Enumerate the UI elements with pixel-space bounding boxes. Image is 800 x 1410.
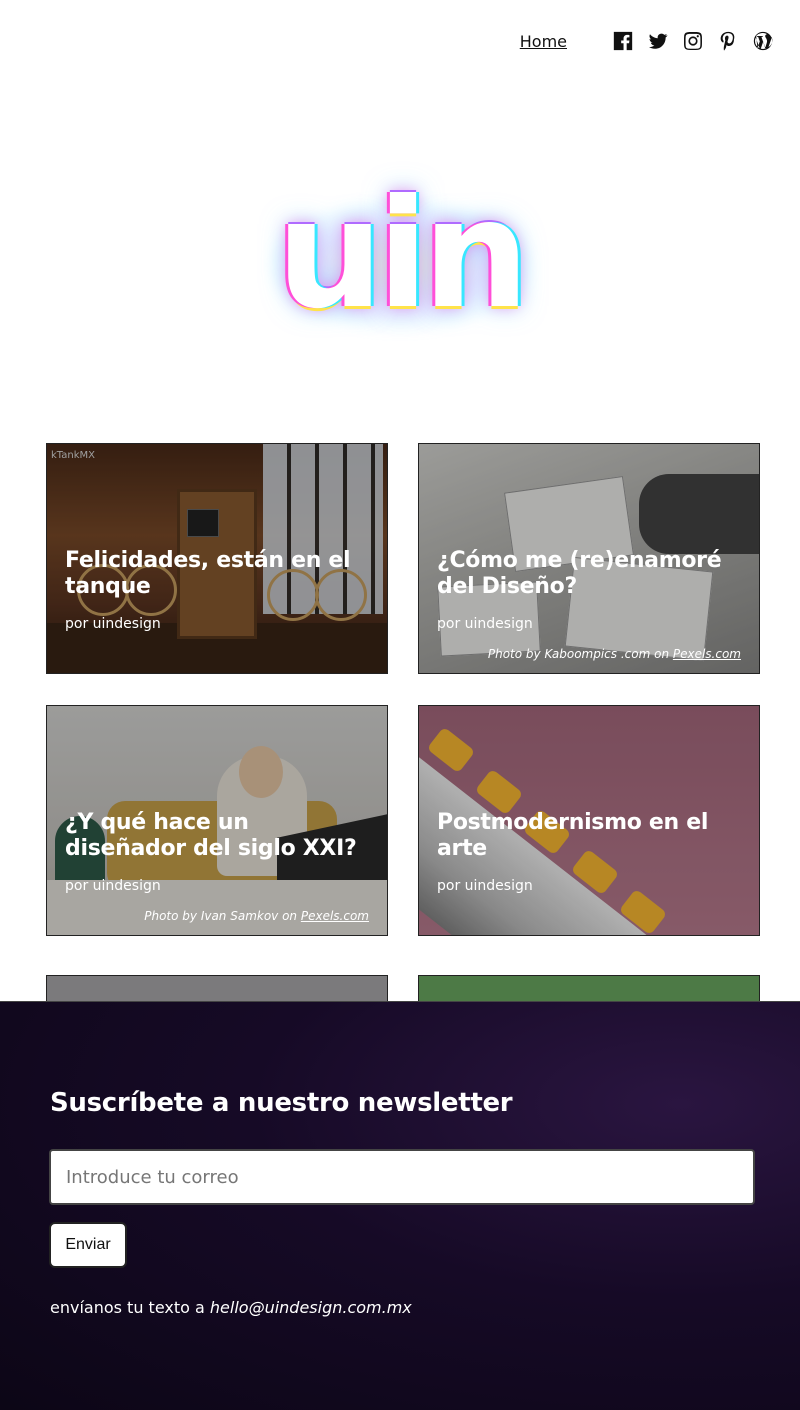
post-card[interactable]: kTankMX Felicidades, están en el tanque … (46, 443, 388, 674)
post-title[interactable]: ¿Cómo me (re)enamoré del Diseño? (437, 548, 741, 600)
photo-credit: Photo by Ivan Samkov on Pexels.com (144, 909, 369, 923)
twitter-icon[interactable] (647, 30, 669, 52)
contact-text: envíanos tu texto a hello@uindesign.com.… (50, 1298, 412, 1317)
send-button[interactable]: Enviar (49, 1222, 127, 1268)
post-card[interactable]: Postmodernismo en el arte por uindesign (418, 705, 760, 936)
credit-link[interactable]: Pexels.com (673, 647, 741, 661)
facebook-icon[interactable] (612, 30, 634, 52)
wordpress-icon[interactable] (752, 30, 774, 52)
post-author: por uindesign (65, 878, 161, 894)
social-links (599, 30, 774, 52)
logo-text: uin (276, 168, 530, 342)
contact-email[interactable]: hello@uindesign.com.mx (210, 1298, 412, 1317)
post-title[interactable]: Felicidades, están en el tanque (65, 548, 369, 600)
email-field[interactable] (49, 1149, 755, 1205)
instagram-icon[interactable] (682, 30, 704, 52)
credit-link[interactable]: Pexels.com (301, 909, 369, 923)
post-card[interactable]: ¿Y qué hace un diseñador del siglo XXI? … (46, 705, 388, 936)
site-logo[interactable]: uin (250, 160, 550, 350)
post-author: por uindesign (437, 616, 533, 632)
top-navigation: Home (520, 30, 774, 52)
post-title[interactable]: Postmodernismo en el arte (437, 810, 741, 862)
newsletter-heading: Suscríbete a nuestro newsletter (50, 1088, 513, 1118)
newsletter-footer: Suscríbete a nuestro newsletter Enviar e… (0, 1001, 800, 1410)
photo-credit: Photo by Kaboompics .com on Pexels.com (487, 647, 741, 661)
post-card[interactable]: ¿Cómo me (re)enamoré del Diseño? por uin… (418, 443, 760, 674)
pinterest-icon[interactable] (717, 30, 739, 52)
post-author: por uindesign (437, 878, 533, 894)
post-title[interactable]: ¿Y qué hace un diseñador del siglo XXI? (65, 810, 369, 862)
nav-home-link[interactable]: Home (520, 32, 567, 51)
post-author: por uindesign (65, 616, 161, 632)
